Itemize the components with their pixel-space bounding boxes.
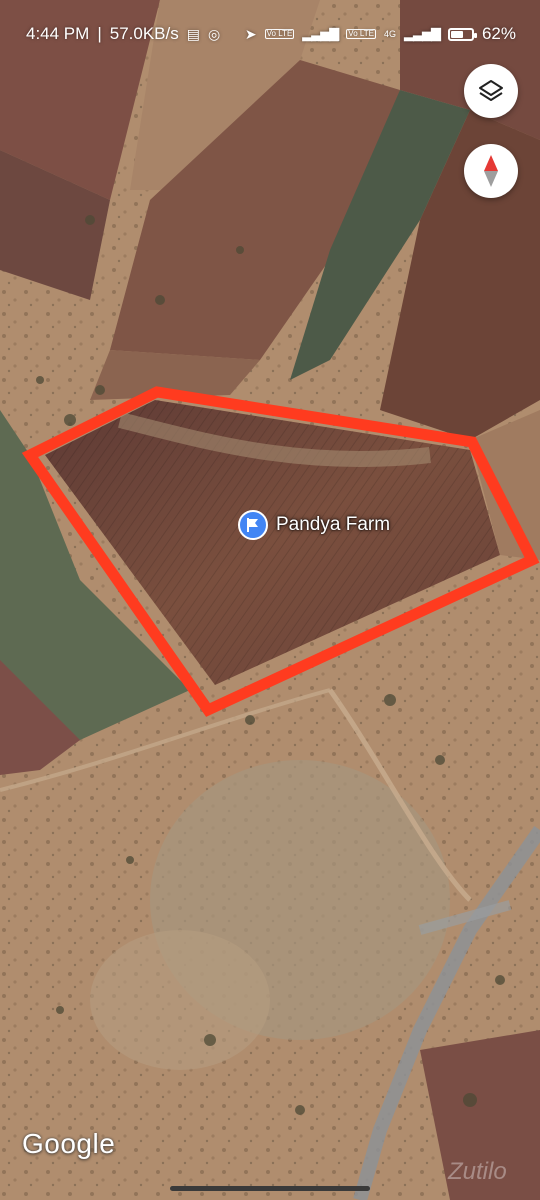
location-arrow-icon: ➤	[244, 26, 257, 42]
satellite-imagery	[0, 0, 540, 1200]
layers-button[interactable]	[464, 64, 518, 118]
volte-icon: Vo LTE	[346, 29, 376, 39]
compass-button[interactable]	[464, 144, 518, 198]
clock: 4:44 PM	[26, 24, 90, 43]
place-marker[interactable]: Pandya Farm	[238, 510, 390, 540]
watermark: Zutilo	[448, 1158, 507, 1185]
place-name-label[interactable]: Pandya Farm	[276, 514, 390, 536]
place-pin[interactable]	[238, 510, 268, 540]
instagram-icon: ◎	[207, 26, 221, 42]
4g-signal-icon: ▂▃▅▇	[403, 26, 441, 41]
battery-percent: 62%	[481, 24, 516, 43]
status-bar: 4:44 PM | 57.0KB/s ▤ ◎ ➤ Vo LTE ▂▃▅▇ Vo …	[0, 0, 540, 66]
volte-icon: Vo LTE	[264, 29, 295, 39]
home-indicator[interactable]	[170, 1186, 370, 1191]
4g-label: 4G	[383, 28, 396, 39]
satellite-map[interactable]	[0, 0, 540, 1200]
layers-icon	[479, 80, 503, 101]
compass-north-needle	[484, 155, 498, 171]
network-speed: 57.0KB/s	[109, 24, 179, 43]
compass-south-needle	[484, 171, 498, 187]
battery-icon	[447, 27, 477, 41]
divider: |	[97, 24, 102, 43]
document-icon: ▤	[186, 26, 200, 42]
compass-icon	[484, 155, 498, 187]
signal-icon: ▂▃▅▇	[302, 26, 339, 41]
flag-icon	[247, 518, 258, 532]
google-attribution-logo: Google	[22, 1128, 116, 1159]
